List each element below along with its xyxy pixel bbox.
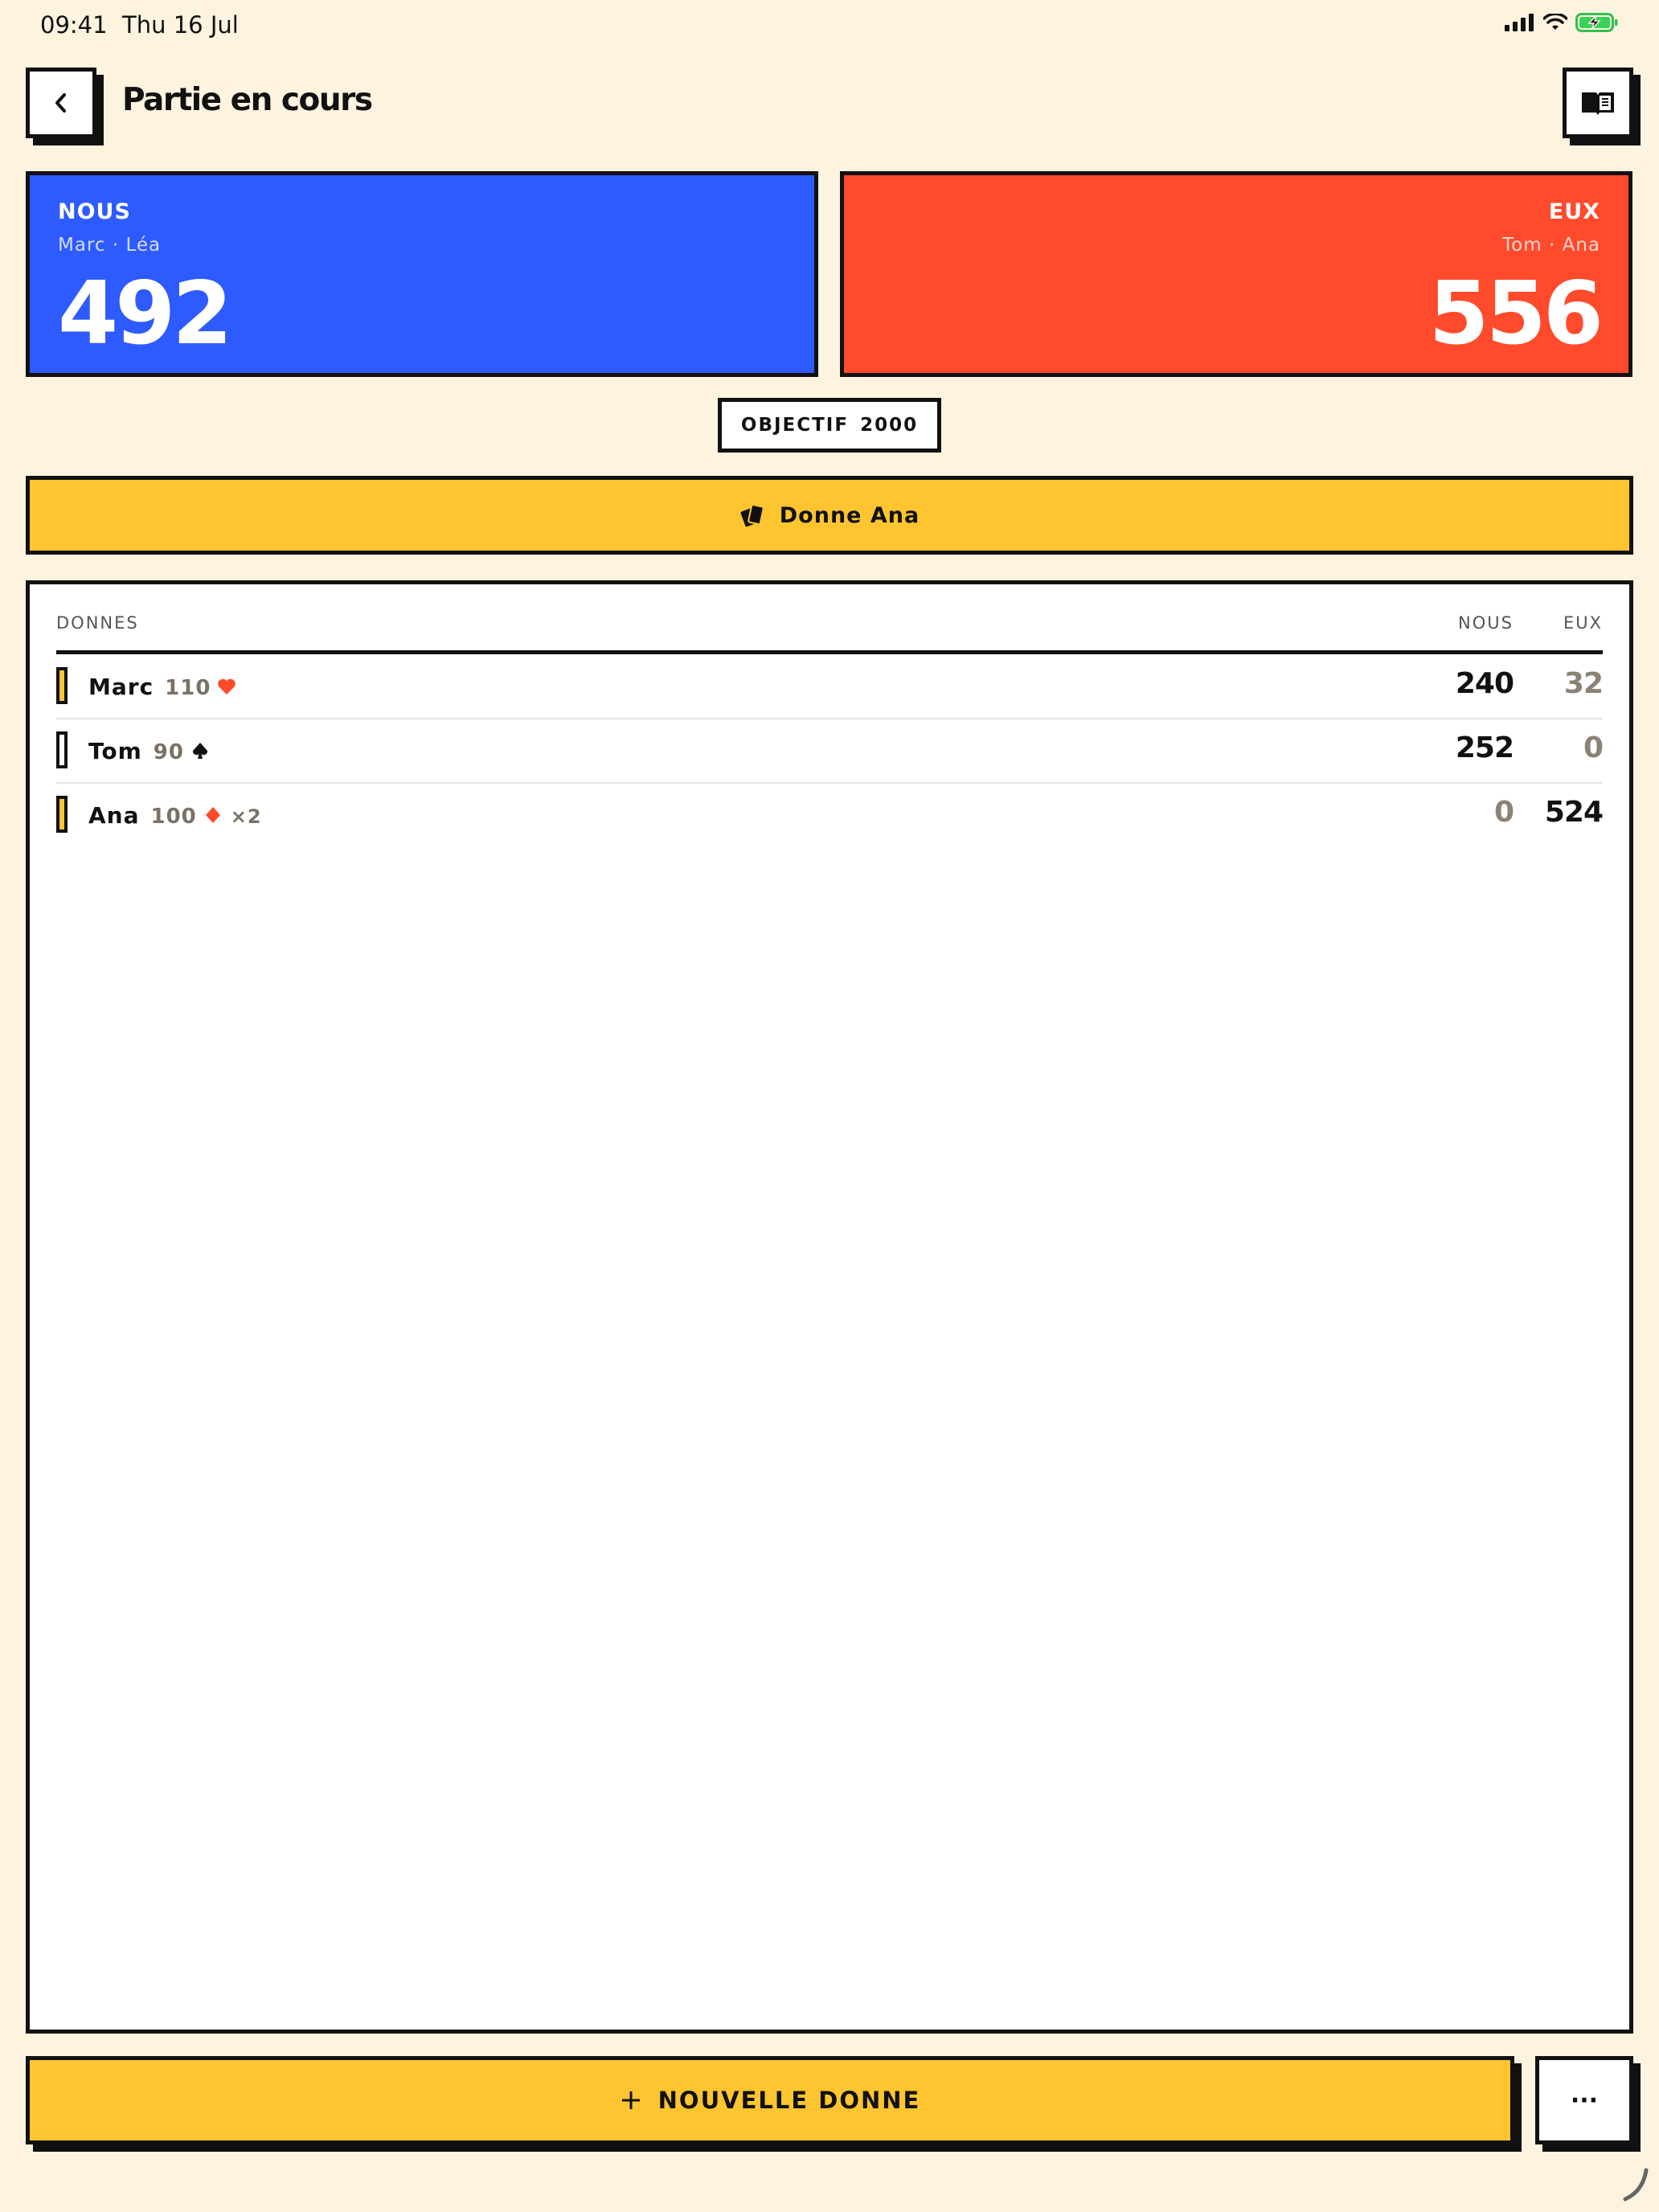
deal-score-nous: 240	[1455, 667, 1514, 700]
deal-player: Ana 100 ×2	[88, 802, 262, 829]
heart-suit-icon	[218, 678, 236, 694]
dealer-banner: Donne Ana	[26, 476, 1633, 555]
spade-suit-icon	[192, 743, 208, 759]
status-icons	[1505, 13, 1619, 32]
table-row[interactable]: Marc 110 240 32	[56, 654, 1604, 719]
deal-bid: 110	[165, 676, 211, 700]
team-players: Marc · Léa	[58, 235, 162, 256]
page-title: Partie en cours	[122, 82, 373, 118]
deal-bid: 100	[150, 805, 197, 829]
chevron-left-icon	[55, 93, 66, 113]
more-options-icon: ···	[1570, 2086, 1599, 2115]
objective-label: OBJECTIF	[740, 415, 850, 436]
team-score: 556	[1428, 264, 1604, 364]
status-date: Thu 16 Jul	[122, 11, 239, 39]
player-name: Ana	[88, 802, 140, 829]
deals-table: DONNES NOUS EUX Marc 110 240 32 Tom 90 252…	[26, 580, 1633, 2034]
deal-player: Tom 90	[88, 738, 210, 764]
deal-multiplier: ×2	[230, 805, 262, 828]
deal-bid: 90	[153, 740, 184, 764]
objective-value: 2000	[860, 415, 919, 436]
team-label: EUX	[1548, 199, 1600, 224]
scroll-indicator-icon	[1623, 2168, 1649, 2202]
cards-icon	[740, 504, 764, 527]
team-score: 492	[58, 264, 232, 364]
rules-button[interactable]	[1563, 68, 1633, 138]
team-card-nous: NOUS Marc · Léa 492	[26, 171, 818, 377]
new-deal-label: NOUVELLE DONNE	[657, 2087, 921, 2114]
back-button[interactable]	[26, 68, 96, 138]
deal-score-eux: 524	[1544, 796, 1604, 829]
team-players: Tom · Ana	[1502, 235, 1600, 256]
deal-marker	[56, 796, 68, 833]
status-time: 09:41	[40, 11, 108, 39]
plus-icon	[621, 2091, 640, 2109]
status-bar-time: 09:41 Thu 16 Jul	[40, 11, 239, 39]
header-nous: NOUS	[1458, 613, 1514, 633]
deal-marker	[56, 667, 68, 704]
deal-score-eux: 0	[1583, 731, 1604, 764]
table-row[interactable]: Tom 90 252 0	[56, 719, 1604, 784]
header-eux: EUX	[1563, 613, 1603, 633]
table-header: DONNES NOUS EUX	[56, 608, 1603, 654]
team-card-eux: EUX Tom · Ana 556	[840, 171, 1632, 377]
wifi-icon	[1543, 14, 1567, 30]
deal-score-eux: 32	[1563, 667, 1604, 700]
player-name: Marc	[88, 674, 154, 700]
book-icon	[1582, 92, 1614, 115]
deal-score-nous: 0	[1493, 796, 1514, 829]
player-name: Tom	[88, 738, 142, 764]
cellular-signal-icon	[1505, 14, 1534, 31]
team-label: NOUS	[58, 199, 131, 224]
new-deal-button[interactable]: NOUVELLE DONNE	[26, 2056, 1514, 2144]
header-donnes: DONNES	[56, 613, 139, 633]
deal-score-nous: 252	[1455, 731, 1514, 764]
battery-charging-icon	[1575, 13, 1618, 32]
diamond-suit-icon	[205, 807, 220, 823]
deal-player: Marc 110	[88, 674, 236, 700]
table-row[interactable]: Ana 100 ×2 0 524	[56, 783, 1604, 846]
deal-marker	[56, 731, 68, 768]
objective-badge: OBJECTIF 2000	[718, 398, 941, 453]
dealer-text: Donne Ana	[779, 502, 920, 528]
more-options-button[interactable]: ···	[1535, 2056, 1633, 2144]
